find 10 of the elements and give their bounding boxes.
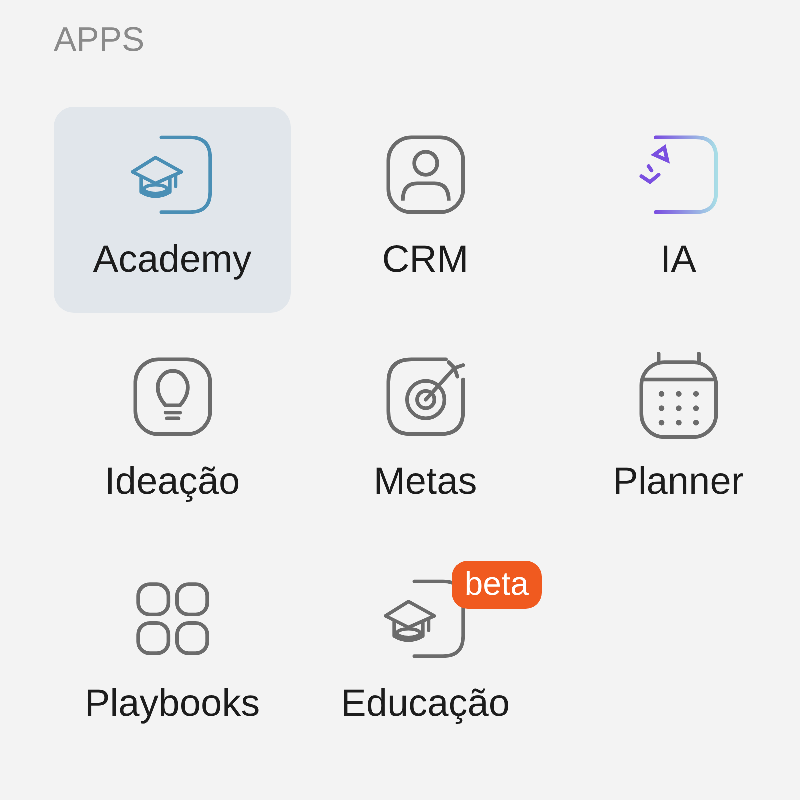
- app-tile[interactable]: beta Educação: [307, 551, 544, 757]
- app-tile[interactable]: IA: [560, 107, 797, 313]
- app-tile[interactable]: Playbooks: [54, 551, 291, 757]
- app-tile[interactable]: Academy: [54, 107, 291, 313]
- app-tile[interactable]: Ideação: [54, 329, 291, 535]
- section-title: APPS: [54, 20, 146, 61]
- app-tile[interactable]: Metas: [307, 329, 544, 535]
- app-tile[interactable]: CRM: [307, 107, 544, 313]
- beta-badge: beta: [452, 561, 542, 609]
- app-tile[interactable]: Planner: [560, 329, 797, 535]
